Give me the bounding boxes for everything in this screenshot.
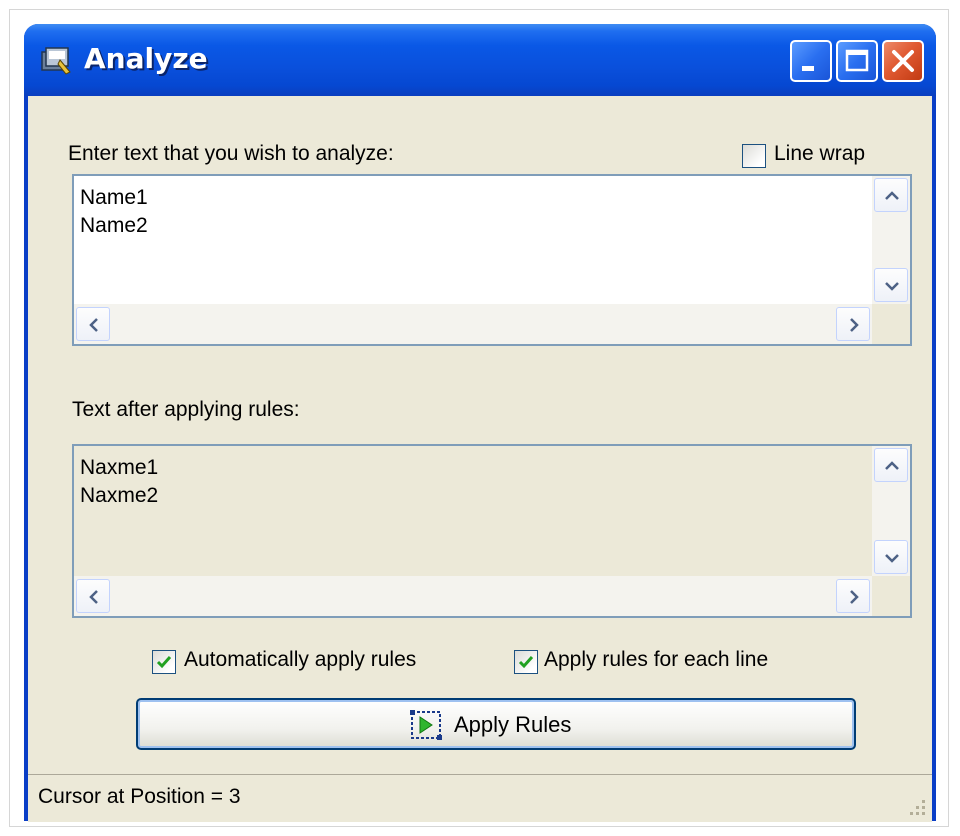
minimize-icon: [802, 66, 814, 71]
input-scroll-up-button[interactable]: [874, 178, 908, 212]
output-line: Naxme2: [80, 484, 159, 507]
auto-apply-checkbox[interactable]: [152, 650, 176, 674]
output-scroll-down-button[interactable]: [874, 540, 908, 574]
output-scroll-corner: [872, 576, 910, 616]
apply-rules-button[interactable]: Apply Rules: [136, 698, 856, 750]
input-scroll-right-button[interactable]: [836, 307, 870, 341]
input-line: Name2: [80, 214, 148, 237]
cursor-position-status: Cursor at Position = 3: [38, 785, 241, 808]
input-scroll-left-button[interactable]: [76, 307, 110, 341]
analyze-window: Analyze Enter text that you wish to anal…: [24, 24, 936, 822]
output-scroll-right-button[interactable]: [836, 579, 870, 613]
output-scroll-up-button[interactable]: [874, 448, 908, 482]
input-textbox[interactable]: Name1 Name2: [72, 174, 912, 346]
output-vertical-scrollbar[interactable]: [872, 446, 910, 576]
chevron-left-icon: [89, 590, 98, 604]
auto-apply-label[interactable]: Automatically apply rules: [184, 648, 416, 672]
chevron-down-icon: [885, 282, 899, 291]
output-scroll-left-button[interactable]: [76, 579, 110, 613]
input-scroll-down-button[interactable]: [874, 268, 908, 302]
input-text[interactable]: Name1 Name2: [80, 184, 148, 240]
input-horizontal-scrollbar[interactable]: [74, 304, 872, 344]
each-line-checkbox[interactable]: [514, 650, 538, 674]
output-textbox[interactable]: Naxme1 Naxme2: [72, 444, 912, 618]
chevron-right-icon: [850, 590, 859, 604]
output-horizontal-scrollbar[interactable]: [74, 576, 872, 616]
maximize-button[interactable]: [836, 40, 878, 82]
line-wrap-checkbox[interactable]: [742, 144, 766, 168]
input-vertical-scrollbar[interactable]: [872, 176, 910, 304]
title-bar[interactable]: Analyze: [24, 24, 936, 96]
checkmark-icon: [156, 656, 172, 669]
play-rules-icon: [410, 710, 442, 740]
close-icon: [892, 50, 914, 72]
line-wrap-label[interactable]: Line wrap: [774, 142, 865, 166]
input-line: Name1: [80, 186, 148, 209]
chevron-down-icon: [885, 554, 899, 563]
maximize-icon: [845, 49, 869, 72]
checkmark-icon: [518, 656, 534, 669]
chevron-up-icon: [885, 191, 899, 200]
app-icon: [41, 47, 71, 75]
apply-rules-label: Apply Rules: [454, 712, 572, 737]
input-label: Enter text that you wish to analyze:: [68, 142, 394, 165]
minimize-button[interactable]: [790, 40, 832, 82]
chevron-right-icon: [850, 318, 859, 332]
status-bar: Cursor at Position = 3: [28, 774, 932, 822]
output-line: Naxme1: [80, 456, 159, 479]
chevron-left-icon: [89, 318, 98, 332]
output-label: Text after applying rules:: [72, 398, 300, 421]
resize-grip-icon[interactable]: [906, 796, 928, 818]
window-client-area: Enter text that you wish to analyze: Lin…: [28, 96, 932, 822]
close-button[interactable]: [882, 40, 924, 82]
input-scroll-corner: [872, 304, 910, 344]
chevron-up-icon: [885, 461, 899, 470]
window-title: Analyze: [84, 42, 208, 75]
output-text[interactable]: Naxme1 Naxme2: [80, 454, 158, 510]
each-line-label[interactable]: Apply rules for each line: [544, 648, 768, 672]
